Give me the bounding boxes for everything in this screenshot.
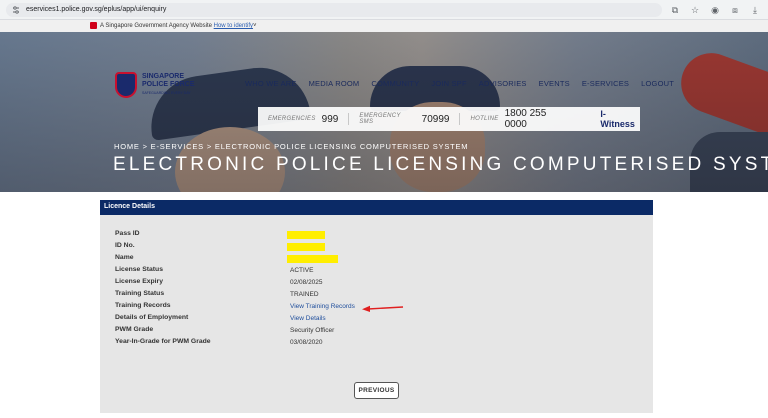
hotline-contact: HOTLINE 1800 255 0000 xyxy=(470,108,547,130)
gov-banner-text: A Singapore Government Agency Website Ho… xyxy=(100,23,257,29)
license-status-value: ACTIVE xyxy=(290,267,314,274)
name-redaction xyxy=(287,255,338,263)
view-details-link[interactable]: View Details xyxy=(290,315,326,322)
pass-id-redaction xyxy=(287,231,325,239)
panel-header: Licence Details xyxy=(100,200,653,215)
id-no-redaction xyxy=(287,243,325,251)
previous-button[interactable]: PREVIOUS xyxy=(354,382,399,399)
nav-events[interactable]: EVENTS xyxy=(539,79,570,88)
page-title: ELECTRONIC POLICE LICENSING COMPUTERISED… xyxy=(113,154,768,175)
spf-crest-icon xyxy=(115,72,137,98)
extensions-icon[interactable]: ⧈ xyxy=(730,5,740,15)
id-no-label: ID No. xyxy=(115,242,135,249)
pwm-grade-value: Security Officer xyxy=(290,327,335,334)
emergency-contact-bar: EMERGENCIES 999 EMERGENCY SMS 70999 HOTL… xyxy=(258,107,640,131)
training-status-value: TRAINED xyxy=(290,291,319,298)
license-expiry-value: 02/08/2025 xyxy=(290,279,323,286)
main-nav: WHO WE ARE MEDIA ROOM COMMUNITY JOIN SPF… xyxy=(245,79,686,88)
year-in-grade-label: Year-In-Grade for PWM Grade xyxy=(115,338,211,345)
panel-title: Licence Details xyxy=(104,203,155,210)
license-expiry-label: License Expiry xyxy=(115,278,163,285)
red-arrow-annotation-icon xyxy=(362,305,404,312)
emergency-sms-contact: EMERGENCY SMS 70999 xyxy=(349,113,461,125)
nav-who-we-are[interactable]: WHO WE ARE xyxy=(245,79,297,88)
profile-icon[interactable]: ◉ xyxy=(710,5,720,15)
browser-toolbar: eservices1.police.gov.sg/eplus/app/ui/en… xyxy=(0,0,768,20)
gov-banner: A Singapore Government Agency Website Ho… xyxy=(0,20,768,32)
training-status-label: Training Status xyxy=(115,290,165,297)
how-to-identify-link[interactable]: How to identify xyxy=(214,23,253,29)
nav-e-services[interactable]: E-SERVICES xyxy=(582,79,629,88)
logo-tagline: SAFEGUARDING EVERY DAY xyxy=(142,91,191,95)
nav-community[interactable]: COMMUNITY xyxy=(371,79,419,88)
view-training-records-link[interactable]: View Training Records xyxy=(290,303,355,310)
lion-head-icon xyxy=(90,22,97,29)
year-in-grade-value: 03/08/2020 xyxy=(290,339,323,346)
chevron-down-icon[interactable]: ˅ xyxy=(253,23,257,29)
address-bar[interactable]: eservices1.police.gov.sg/eplus/app/ui/en… xyxy=(6,3,662,17)
download-icon[interactable]: ⤓ xyxy=(750,5,760,15)
pwm-grade-label: PWM Grade xyxy=(115,326,154,333)
pass-id-label: Pass ID xyxy=(115,230,140,237)
training-records-label: Training Records xyxy=(115,302,171,309)
url-text: eservices1.police.gov.sg/eplus/app/ui/en… xyxy=(26,6,167,13)
site-info-icon[interactable] xyxy=(12,6,20,14)
nav-advisories[interactable]: ADVISORIES xyxy=(479,79,527,88)
license-status-label: License Status xyxy=(115,266,163,273)
hero-banner: SINGAPORE POLICE FORCE SAFEGUARDING EVER… xyxy=(0,32,768,192)
spf-logo[interactable]: SINGAPORE POLICE FORCE SAFEGUARDING EVER… xyxy=(115,72,225,100)
details-of-employment-label: Details of Employment xyxy=(115,314,189,321)
bookmark-star-icon[interactable]: ☆ xyxy=(690,5,700,15)
nav-logout[interactable]: LOGOUT xyxy=(641,79,674,88)
logo-title: SINGAPORE POLICE FORCE xyxy=(142,73,195,88)
browser-actions: ⧉ ☆ ◉ ⧈ ⤓ xyxy=(670,4,760,16)
breadcrumb[interactable]: HOME > E-SERVICES > ELECTRONIC POLICE LI… xyxy=(114,142,468,151)
nav-join-spf[interactable]: JOIN SPF xyxy=(431,79,466,88)
install-icon[interactable]: ⧉ xyxy=(670,5,680,15)
emergencies-contact: EMERGENCIES 999 xyxy=(258,113,350,125)
name-label: Name xyxy=(115,254,134,261)
i-witness-link[interactable]: I-Witness xyxy=(580,109,640,129)
nav-media-room[interactable]: MEDIA ROOM xyxy=(309,79,360,88)
licence-details-panel: Licence Details Pass ID ID No. Name Lice… xyxy=(100,200,653,413)
